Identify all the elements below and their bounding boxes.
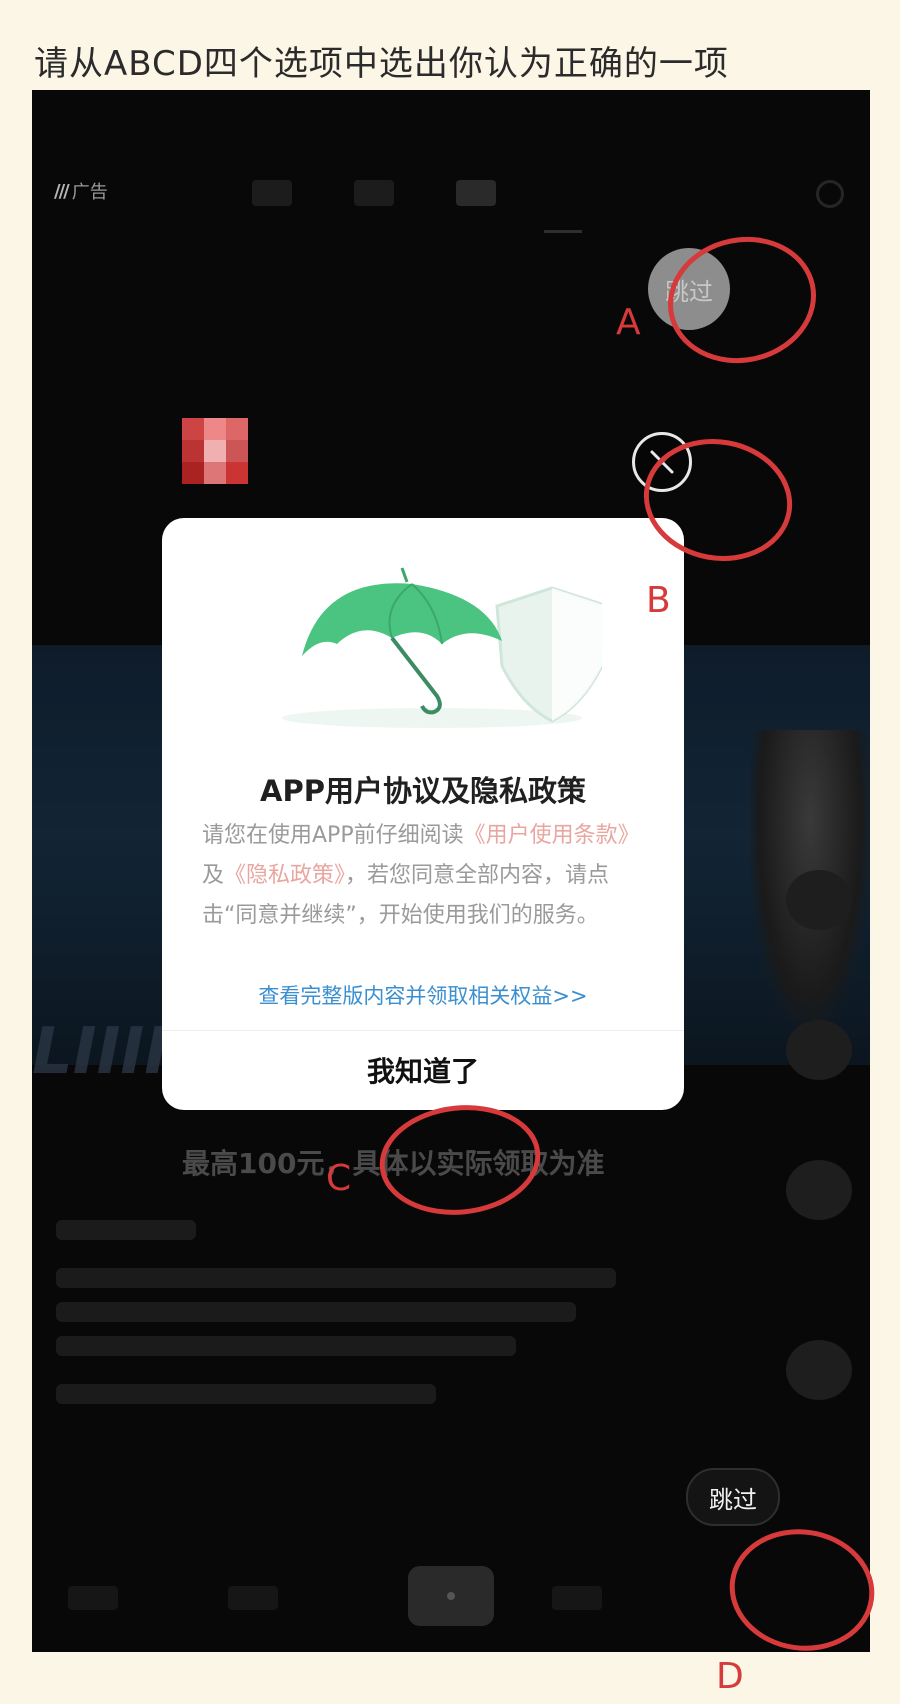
nav-tab-2[interactable] <box>354 180 394 206</box>
ad-label: 广告 <box>71 182 108 203</box>
umbrella-icon <box>302 567 502 715</box>
like-icon[interactable] <box>786 870 852 930</box>
ad-logo-icon: /// <box>54 180 70 202</box>
nav-tab-1[interactable] <box>252 180 292 206</box>
dialog-title: APP用户协议及隐私政策 <box>260 774 586 808</box>
bottom-nav-friends[interactable] <box>228 1586 278 1610</box>
blur-text-line <box>56 1384 436 1404</box>
dialog-body-text: 请您在使用APP前仔细阅读 <box>202 823 464 848</box>
bottom-nav <box>32 1558 870 1638</box>
ad-tag: /// 广告 <box>54 178 108 204</box>
close-button[interactable] <box>632 432 692 492</box>
nav-tab-3[interactable] <box>456 180 496 206</box>
terms-link[interactable]: 《用户使用条款》 <box>464 823 640 848</box>
blur-text-line <box>56 1336 516 1356</box>
privacy-link[interactable]: 《隐私政策》 <box>224 863 345 888</box>
promo-text: 最高100元，具体以实际领取为准 <box>182 1147 605 1180</box>
music-disc-icon[interactable] <box>786 1340 852 1400</box>
view-full-link[interactable]: 查看完整版内容并领取相关权益>> <box>162 980 684 1010</box>
question-text: 请从ABCD四个选项中选出你认为正确的一项 <box>34 44 729 84</box>
bottom-nav-home[interactable] <box>68 1586 118 1610</box>
search-icon[interactable] <box>816 180 844 208</box>
blur-text-line <box>56 1302 576 1322</box>
blur-text-line <box>56 1220 196 1240</box>
label-c: C <box>326 1158 352 1199</box>
bottom-nav-messages[interactable] <box>552 1586 602 1610</box>
label-a: A <box>616 302 641 343</box>
share-icon[interactable] <box>786 1160 852 1220</box>
comment-icon[interactable] <box>786 1020 852 1080</box>
create-button[interactable] <box>408 1566 494 1626</box>
top-nav: /// 广告 <box>32 90 870 260</box>
close-icon <box>650 450 674 474</box>
nav-tabs <box>252 180 496 206</box>
dialog-body-and: 及 <box>202 863 225 888</box>
skip-button-top[interactable]: 跳过 <box>648 248 730 330</box>
shield-icon <box>495 586 602 723</box>
blur-text-line <box>56 1268 616 1288</box>
mosaic-avatar <box>182 418 248 484</box>
phone-screenshot: LIIII /// 广告 跳过 APP用户协议及隐私政策 请您在使用APP前仔细… <box>32 90 870 1652</box>
skip-button-bottom[interactable]: 跳过 <box>686 1468 780 1526</box>
dialog-body: 请您在使用APP前仔细阅读《用户使用条款》及《隐私政策》，若您同意全部内容，请点… <box>202 816 642 936</box>
umbrella-shield-illustration <box>282 567 602 728</box>
plus-icon <box>447 1592 455 1600</box>
nav-tab-indicator <box>544 230 582 233</box>
label-d: D <box>716 1656 744 1697</box>
ok-button[interactable]: 我知道了 <box>162 1030 684 1110</box>
label-b: B <box>646 580 671 621</box>
privacy-dialog: APP用户协议及隐私政策 请您在使用APP前仔细阅读《用户使用条款》及《隐私政策… <box>162 518 684 1110</box>
